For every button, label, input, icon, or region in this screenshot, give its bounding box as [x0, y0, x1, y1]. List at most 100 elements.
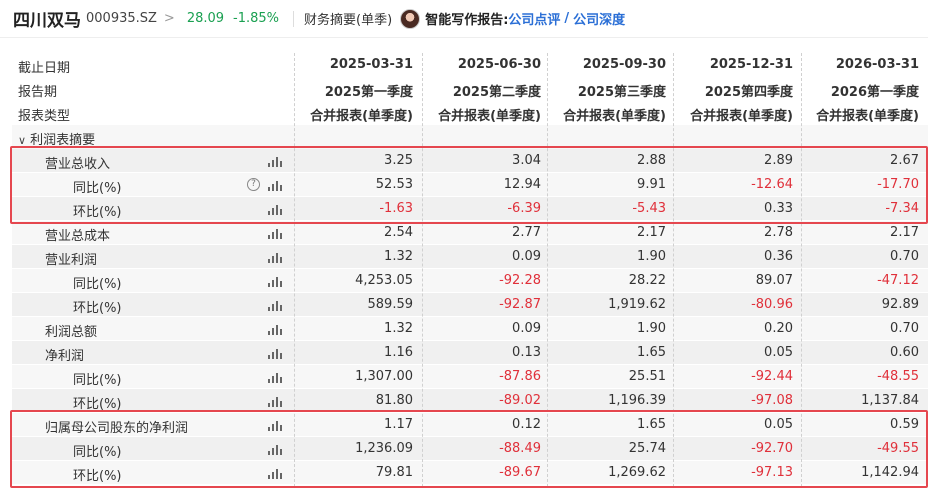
value-cell: -89.02	[499, 393, 541, 408]
table-row: 环比(%) 81.80 -89.02 1,196.39 -97.08 1,137.84	[12, 389, 928, 413]
row-label: 环比(%)	[73, 469, 122, 484]
link-separator: /	[564, 11, 570, 26]
row-label: 同比(%)	[73, 277, 122, 292]
chevron-down-icon[interactable]: ∨	[18, 134, 26, 147]
value-cell: 2.17	[890, 225, 919, 240]
value-cell: 1,269.62	[608, 465, 666, 480]
bar-chart-icon[interactable]	[268, 156, 282, 167]
value-cell: 1,142.94	[861, 465, 919, 480]
header-cell: 2025-12-31	[709, 57, 793, 72]
value-cell: 2.54	[384, 225, 413, 240]
value-cell: 1,307.00	[355, 369, 413, 384]
value-cell: 28.22	[628, 273, 666, 288]
value-cell: 9.91	[637, 177, 666, 192]
value-cell: 12.94	[503, 177, 541, 192]
value-cell: -5.43	[632, 201, 666, 216]
row-label: 营业总成本	[45, 229, 111, 244]
value-cell: 1.32	[384, 249, 413, 264]
value-cell: 0.70	[890, 249, 919, 264]
value-cell: 4,253.05	[355, 273, 413, 288]
bar-chart-icon[interactable]	[268, 324, 282, 335]
column-divider	[673, 53, 674, 487]
table-row: 归属母公司股东的净利润 1.17 0.12 1.65 0.05 0.59	[12, 413, 928, 437]
table-row: 同比(%)? 52.53 12.94 9.91 -12.64 -17.70	[12, 173, 928, 197]
value-cell: -87.86	[499, 369, 541, 384]
value-cell: 1,919.62	[608, 297, 666, 312]
value-cell: -92.28	[499, 273, 541, 288]
value-cell: 0.36	[764, 249, 793, 264]
header-cell: 合并报表(单季度)	[690, 109, 793, 124]
table-row: 营业利润 1.32 0.09 1.90 0.36 0.70	[12, 245, 928, 269]
table-row: 营业总收入 3.25 3.04 2.88 2.89 2.67	[12, 149, 928, 173]
value-cell: 0.59	[890, 417, 919, 432]
value-cell: -88.49	[499, 441, 541, 456]
value-cell: 0.12	[512, 417, 541, 432]
table-row: 同比(%) 1,236.09 -88.49 25.74 -92.70 -49.55	[12, 437, 928, 461]
row-label: 环比(%)	[73, 301, 122, 316]
value-cell: 0.33	[764, 201, 793, 216]
bar-chart-icon[interactable]	[268, 228, 282, 239]
bar-chart-icon[interactable]	[268, 420, 282, 431]
row-label: 利润总额	[45, 325, 98, 340]
header-cell: 2025-09-30	[582, 57, 666, 72]
bar-chart-icon[interactable]	[268, 396, 282, 407]
header-cell: 2025第三季度	[577, 85, 666, 100]
value-cell: -80.96	[751, 297, 793, 312]
value-cell: -92.44	[751, 369, 793, 384]
value-cell: 0.13	[512, 345, 541, 360]
value-cell: 0.70	[890, 321, 919, 336]
table-row: 环比(%) 589.59 -92.87 1,919.62 -80.96 92.89	[12, 293, 928, 317]
stock-code: 000935.SZ	[86, 11, 157, 26]
column-divider	[422, 53, 423, 487]
bar-chart-icon[interactable]	[268, 204, 282, 215]
value-cell: 1,236.09	[355, 441, 413, 456]
header-label: 报表类型	[18, 109, 71, 124]
bar-chart-icon[interactable]	[268, 348, 282, 359]
row-label: 营业利润	[45, 253, 98, 268]
bar-chart-icon[interactable]	[268, 468, 282, 479]
value-cell: 1.16	[384, 345, 413, 360]
header-cell: 2026第一季度	[830, 85, 919, 100]
value-cell: 2.88	[637, 153, 666, 168]
value-cell: 1.65	[637, 345, 666, 360]
header-cell: 2026-03-31	[835, 57, 919, 72]
value-cell: 2.78	[764, 225, 793, 240]
value-cell: -12.64	[751, 177, 793, 192]
bar-chart-icon[interactable]	[268, 300, 282, 311]
ai-report-label: 智能写作报告:	[425, 13, 509, 28]
bar-chart-icon[interactable]	[268, 444, 282, 455]
table-row: 环比(%) 79.81 -89.67 1,269.62 -97.13 1,142.94	[12, 461, 928, 485]
table-row: 利润总额 1.32 0.09 1.90 0.20 0.70	[12, 317, 928, 341]
value-cell: 89.07	[755, 273, 793, 288]
row-label: 同比(%)	[73, 373, 122, 388]
stock-name[interactable]: 四川双马	[13, 6, 81, 31]
header-cell: 2025第四季度	[704, 85, 793, 100]
value-cell: 92.89	[881, 297, 919, 312]
row-label: 环比(%)	[73, 205, 122, 220]
table-row: 营业总成本 2.54 2.77 2.17 2.78 2.17	[12, 221, 928, 245]
company-deep-link[interactable]: 公司深度	[573, 9, 625, 28]
value-cell: 3.04	[512, 153, 541, 168]
bar-chart-icon[interactable]	[268, 252, 282, 263]
help-icon[interactable]: ?	[247, 178, 260, 191]
value-cell: 2.89	[764, 153, 793, 168]
company-review-link[interactable]: 公司点评	[508, 9, 560, 28]
column-divider	[547, 53, 548, 487]
value-cell: 2.17	[637, 225, 666, 240]
value-cell: 25.74	[628, 441, 666, 456]
bar-chart-icon[interactable]	[268, 180, 282, 191]
value-cell: 0.05	[764, 345, 793, 360]
header-cell: 2025第二季度	[452, 85, 541, 100]
header-row: 截止日期 2025-03-31 2025-06-30 2025-09-30 2025-1…	[12, 53, 928, 77]
section-label[interactable]: ∨ 利润表摘要	[18, 129, 95, 148]
section-income-statement[interactable]: ∨ 利润表摘要	[12, 125, 928, 149]
value-cell: -97.13	[751, 465, 793, 480]
bar-chart-icon[interactable]	[268, 276, 282, 287]
bar-chart-icon[interactable]	[268, 372, 282, 383]
chevron-right-icon[interactable]: >	[164, 11, 175, 26]
value-cell: 1.90	[637, 249, 666, 264]
stock-price: 28.09	[186, 11, 225, 26]
table-row: 环比(%) -1.63 -6.39 -5.43 0.33 -7.34	[12, 197, 928, 221]
row-label: 归属母公司股东的净利润	[45, 421, 189, 436]
row-label: 净利润	[45, 349, 85, 364]
